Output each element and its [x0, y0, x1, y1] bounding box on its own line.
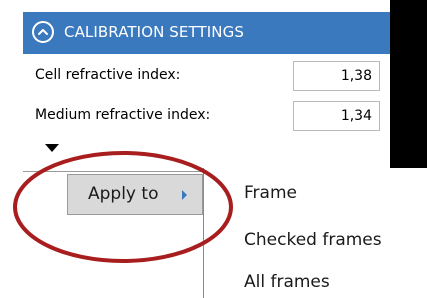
section-title: CALIBRATION SETTINGS — [64, 23, 244, 41]
triangle-down-icon[interactable] — [45, 144, 59, 152]
cell-refractive-index-input[interactable]: 1,38 — [293, 61, 380, 91]
cell-refractive-index-label: Cell refractive index: — [35, 67, 181, 83]
background-area — [390, 0, 427, 172]
apply-to-label: Apply to — [88, 184, 159, 204]
submenu-item-all-frames[interactable]: All frames — [244, 272, 330, 292]
calibration-header[interactable]: CALIBRATION SETTINGS — [23, 12, 390, 54]
apply-to-submenu: Frame Checked frames All frames — [203, 168, 427, 298]
medium-refractive-index-input[interactable]: 1,34 — [293, 101, 380, 131]
submenu-item-frame[interactable]: Frame — [244, 183, 297, 203]
submenu-item-checked-frames[interactable]: Checked frames — [244, 230, 382, 250]
medium-refractive-index-label: Medium refractive index: — [35, 107, 211, 123]
chevron-up-circle-icon[interactable] — [32, 21, 54, 43]
apply-to-menu-item[interactable]: Apply to — [67, 174, 203, 215]
chevron-right-icon — [182, 190, 187, 200]
